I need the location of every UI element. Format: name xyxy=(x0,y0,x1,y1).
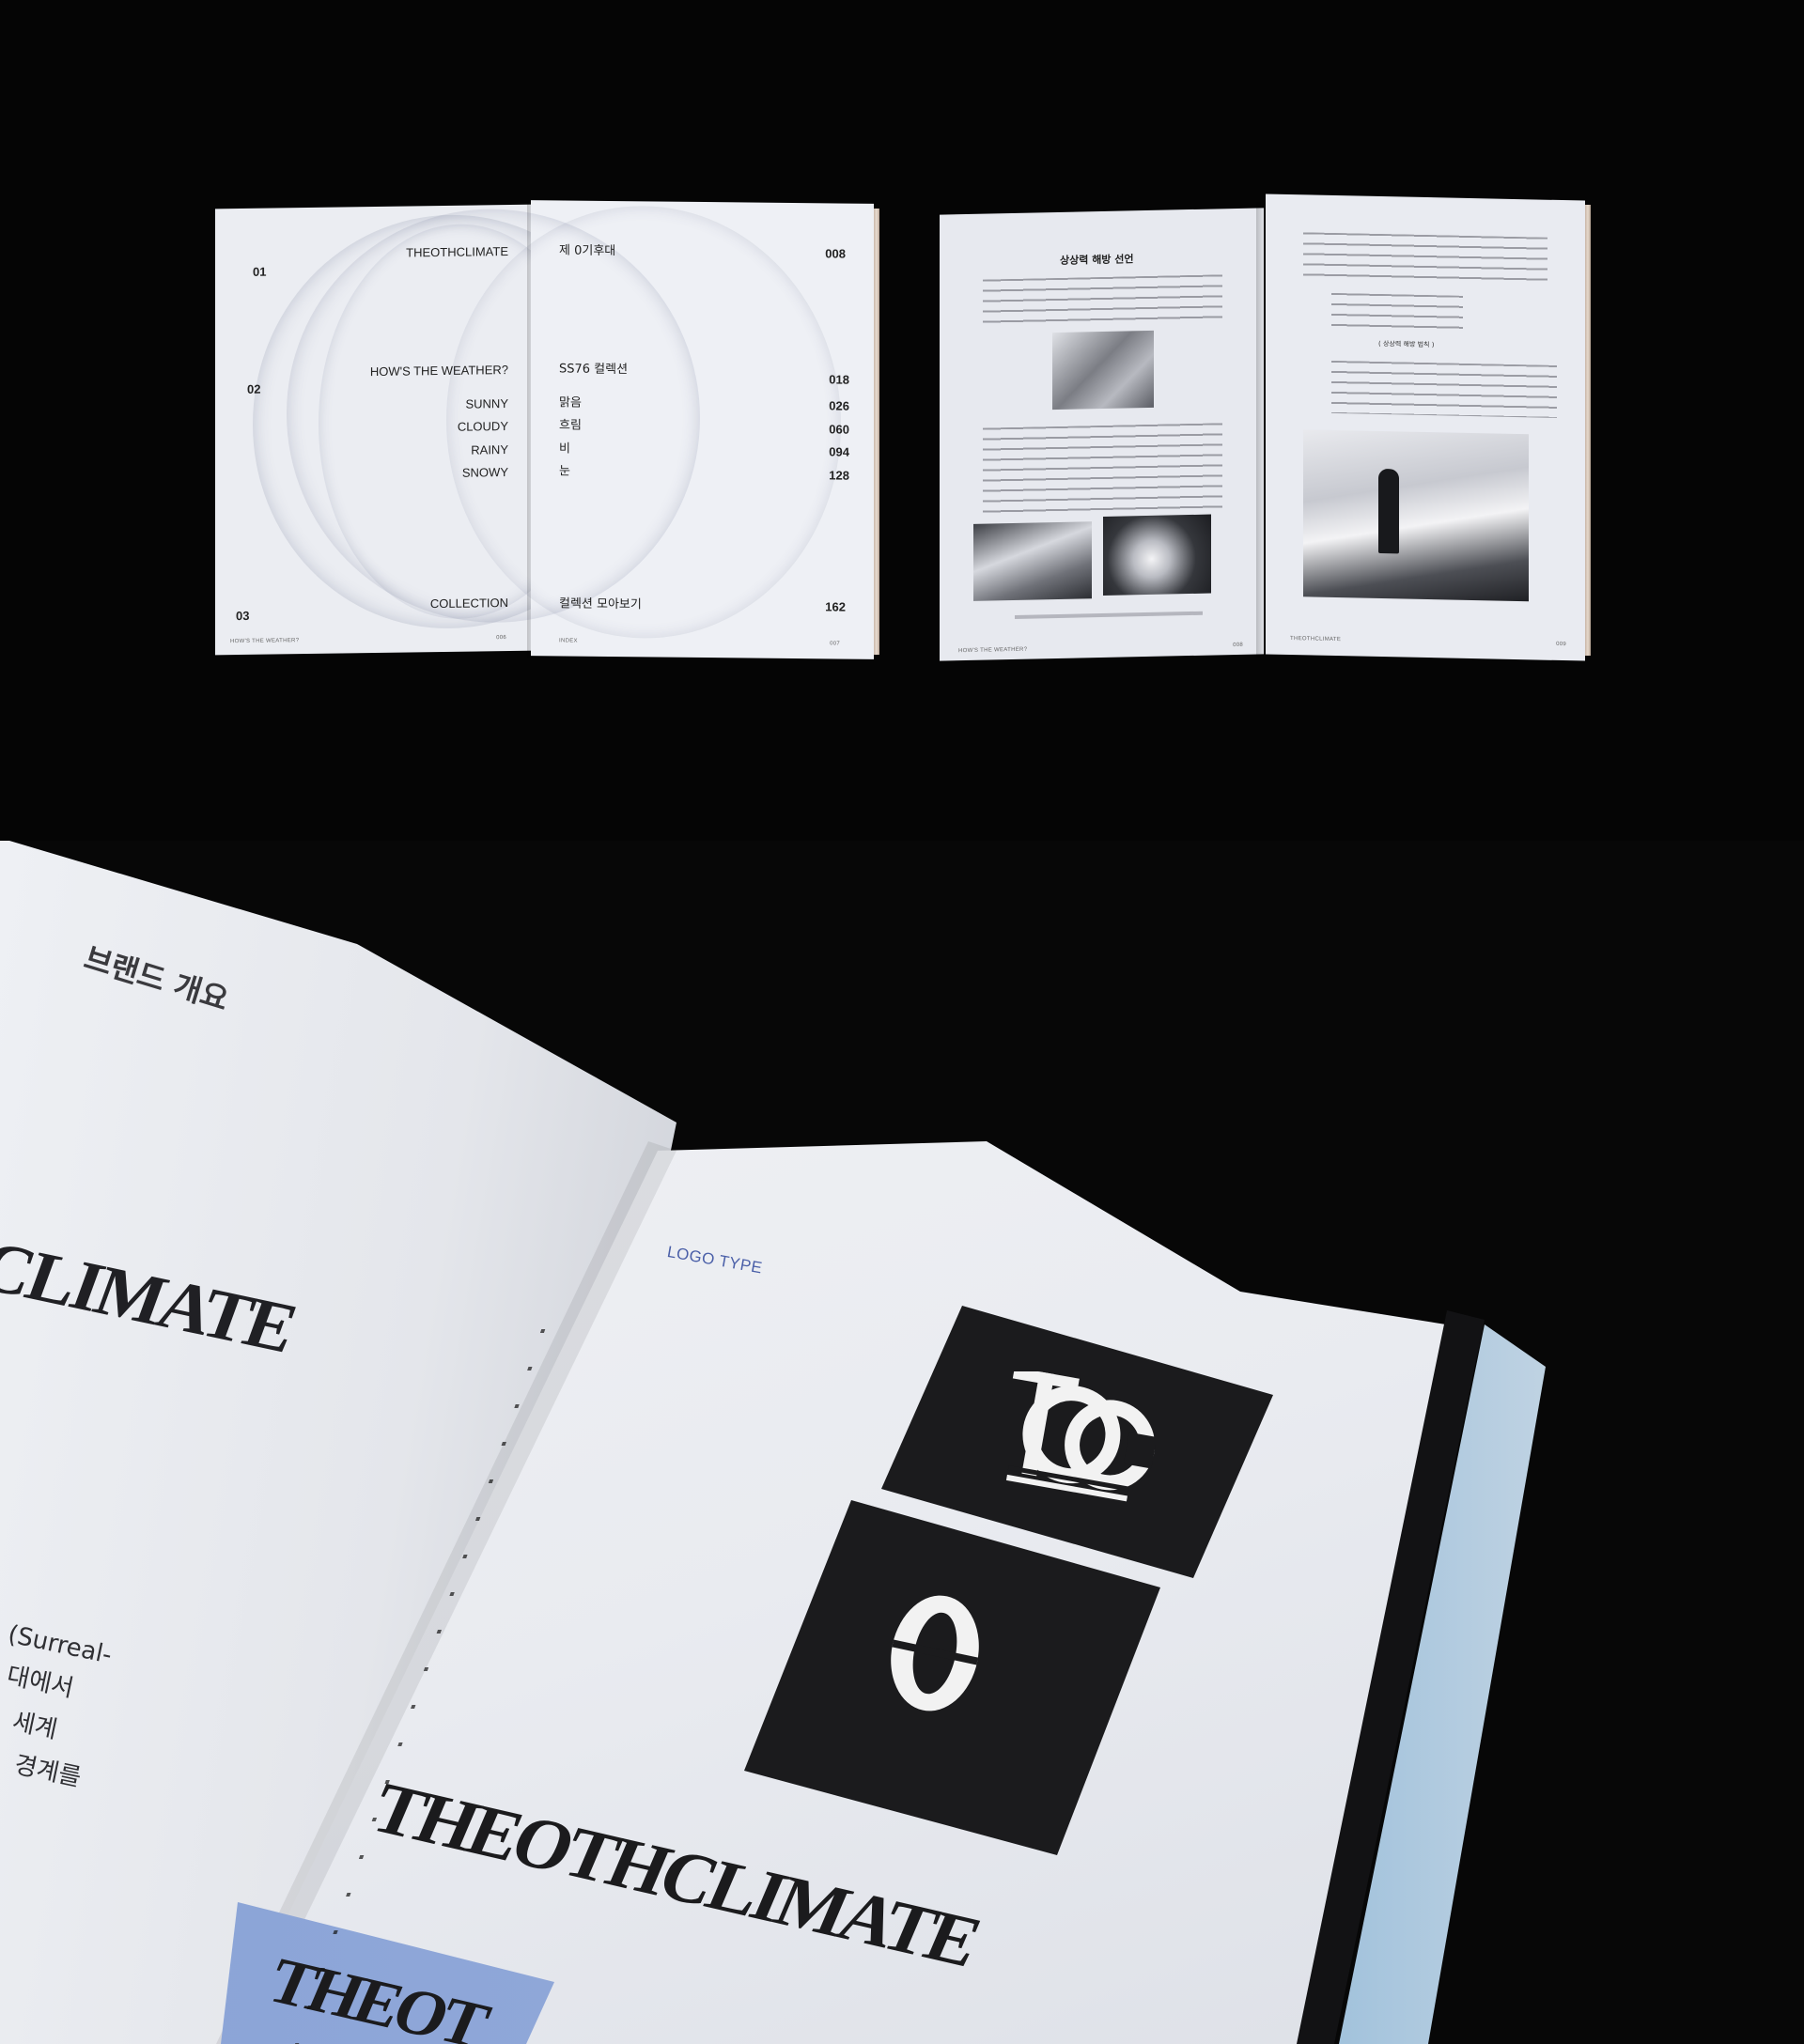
footer-left: HOW'S THE WEATHER? xyxy=(230,638,300,645)
footer-left: HOW'S THE WEATHER? xyxy=(958,646,1028,655)
rules-list xyxy=(1331,360,1557,418)
fireworks-image xyxy=(1103,514,1211,596)
item-rain: 비 xyxy=(559,441,570,457)
footer-right: 008 xyxy=(1233,642,1243,649)
footer-left: INDEX xyxy=(559,638,578,644)
footer-right: 006 xyxy=(496,635,506,642)
manifesto-right-page: ( 상상력 해방 법칙 ) THEOTHCLIMATE 009 xyxy=(1266,194,1585,661)
footer-right: 009 xyxy=(1556,641,1566,648)
caption-line xyxy=(1015,611,1203,619)
zero-monogram-icon xyxy=(891,1595,979,1711)
item-clear: 맑음 xyxy=(559,395,582,410)
tcc-logo-icon xyxy=(996,1367,1158,1503)
spread-manifesto: 상상력 해방 선언 HOW'S THE WEATHER? 008 ( 상상력 해… xyxy=(935,194,1597,662)
intro-paragraph xyxy=(1303,232,1547,286)
item-overcast: 흐림 xyxy=(559,418,582,433)
o-logo-icon xyxy=(879,1583,991,1724)
section-number-01: 01 xyxy=(253,264,267,279)
woman-silhouette xyxy=(1378,468,1399,554)
section-number-03: 03 xyxy=(236,608,250,624)
footer-right: 007 xyxy=(830,641,840,647)
page-number-094: 094 xyxy=(829,444,849,459)
page-number-008: 008 xyxy=(825,246,846,261)
surreal-woman-image xyxy=(1303,429,1529,602)
top-photo: THEOTHCLIMATE 01 HOW'S THE WEATHER? 02 S… xyxy=(0,0,1804,841)
index-right-page: 제 0기후대 008 SS76 컬렉션 018 맑음 026 흐림 060 비 … xyxy=(531,200,874,659)
collection-title: SS76 컬렉션 xyxy=(559,362,629,378)
page-edges xyxy=(874,209,879,655)
collection-overview: 컬렉션 모아보기 xyxy=(559,596,642,612)
page-number-128: 128 xyxy=(829,468,849,483)
manifesto-title: 상상력 해방 선언 xyxy=(1060,253,1134,267)
corridor-image xyxy=(1052,330,1154,410)
rules-subtitle: ( 상상력 해방 법칙 ) xyxy=(1378,339,1435,349)
tcc-monogram-icon xyxy=(1005,1367,1158,1502)
arc-decoration-right-outer xyxy=(446,204,841,640)
manifesto-left-page: 상상력 해방 선언 HOW'S THE WEATHER? 008 xyxy=(940,208,1264,661)
page-number-026: 026 xyxy=(829,398,849,413)
page-number-060: 060 xyxy=(829,422,849,437)
manifesto-paragraph xyxy=(983,274,1222,327)
page-number-018: 018 xyxy=(829,372,849,387)
index-title: 제 0기후대 xyxy=(559,243,616,259)
poem-lines xyxy=(1331,292,1463,330)
footer-left: THEOTHCLIMATE xyxy=(1290,635,1342,643)
figures-image xyxy=(973,521,1092,601)
manifesto-paragraph-2 xyxy=(983,423,1222,515)
page-number-162: 162 xyxy=(825,599,846,614)
page-edges xyxy=(1585,205,1591,656)
item-snow: 눈 xyxy=(559,464,570,479)
spread-index: THEOTHCLIMATE 01 HOW'S THE WEATHER? 02 S… xyxy=(211,197,883,662)
section-number-02: 02 xyxy=(247,381,261,396)
bottom-photo: 브랜드 개요 CLIMATE (Surreal- 대에서 세계 경계를 LOGO… xyxy=(0,841,1804,2044)
